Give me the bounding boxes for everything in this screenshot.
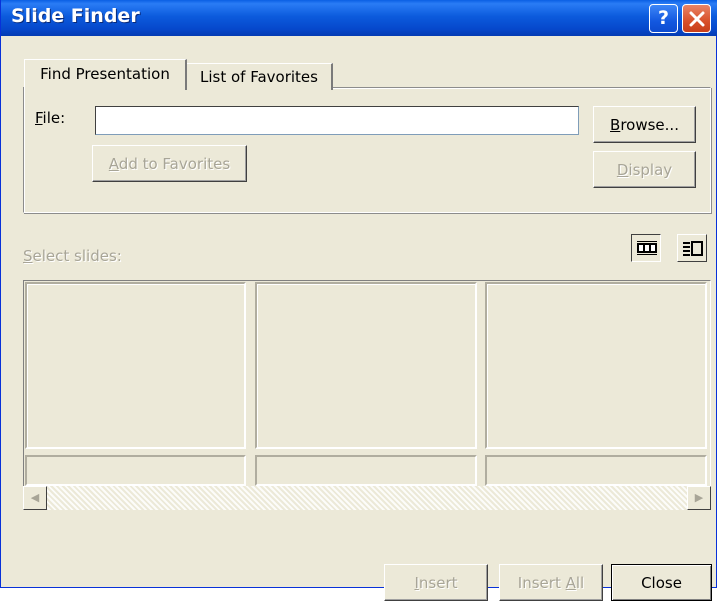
slide-title-box xyxy=(255,455,477,486)
tab-list-of-favorites[interactable]: List of Favorites xyxy=(187,63,333,90)
insert-button[interactable]: Insert xyxy=(384,564,488,601)
slide-thumbnail[interactable] xyxy=(25,282,246,449)
display-button[interactable]: Display xyxy=(593,151,696,188)
outline-list-icon xyxy=(683,241,703,256)
slide-title-box xyxy=(485,455,707,486)
add-to-favorites-button[interactable]: Add to Favorites xyxy=(92,145,247,182)
slide-finder-dialog: Slide Finder ? Find Presentation List of… xyxy=(0,0,717,601)
browse-button[interactable]: Browse... xyxy=(593,106,696,143)
slide-thumbnail[interactable] xyxy=(255,282,477,449)
window-title: Slide Finder xyxy=(11,5,140,27)
scroll-left-icon[interactable]: ◀ xyxy=(23,486,47,510)
scroll-right-icon[interactable]: ▶ xyxy=(687,486,711,510)
tab-find-presentation[interactable]: Find Presentation xyxy=(24,59,187,90)
slide-title-box xyxy=(25,455,246,486)
horizontal-scrollbar[interactable]: ◀ ▶ xyxy=(23,486,711,510)
outline-view-button[interactable] xyxy=(677,234,707,262)
filmstrip-icon xyxy=(637,241,657,255)
help-icon[interactable]: ? xyxy=(649,4,678,33)
slide-thumbnail[interactable] xyxy=(485,282,707,449)
file-input[interactable] xyxy=(95,106,579,135)
close-icon[interactable] xyxy=(682,4,711,33)
filmstrip-view-button[interactable] xyxy=(631,234,661,262)
file-label: File: xyxy=(35,109,66,127)
insert-all-button[interactable]: Insert All xyxy=(499,564,603,601)
title-bar[interactable]: Slide Finder ? xyxy=(1,0,717,36)
select-slides-label: Select slides: xyxy=(23,247,122,265)
close-button[interactable]: Close xyxy=(611,564,712,601)
